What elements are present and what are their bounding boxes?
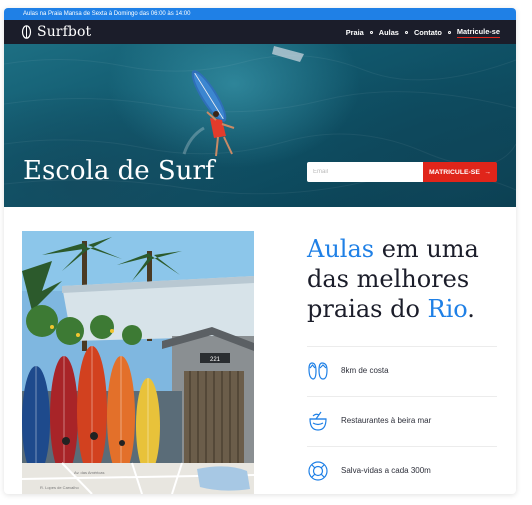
- hero-banner: Escola de Surf MATRICULE-SE →: [4, 44, 516, 207]
- feature-item: 8km de costa: [307, 346, 497, 394]
- surfboards-image: 221 Av. das Américas R. Lopes de Carvalh…: [22, 231, 254, 494]
- announcement-bar: Aulas na Praia Mansa de Sexta à Domingo …: [4, 8, 516, 20]
- arrow-right-icon: →: [484, 168, 491, 176]
- hero-title: Escola de Surf: [23, 156, 215, 186]
- feature-label: 8km de costa: [341, 366, 389, 375]
- lifebuoy-icon: [308, 460, 328, 481]
- brand-logo[interactable]: Surfbot: [21, 24, 91, 40]
- nav-matricule-se[interactable]: Matricule-se: [456, 27, 500, 38]
- surfboards-photo: 221 Av. das Américas R. Lopes de Carvalh…: [22, 231, 254, 494]
- feature-item: Salva-vidas a cada 300m: [307, 446, 497, 494]
- page-card: Aulas na Praia Mansa de Sexta à Domingo …: [4, 8, 516, 494]
- nav-separator: [447, 30, 451, 34]
- navbar: Surfbot Praia Aulas Contato Matricule-se: [4, 20, 516, 44]
- main-menu: Praia Aulas Contato Matricule-se: [346, 27, 500, 38]
- house-number: 221: [210, 357, 221, 363]
- surfboard-icon: [21, 25, 32, 39]
- nav-aulas[interactable]: Aulas: [379, 28, 399, 37]
- email-input[interactable]: [307, 162, 423, 182]
- nav-praia[interactable]: Praia: [346, 28, 364, 37]
- map-street-label: Av. das Américas: [74, 470, 105, 475]
- headline-highlight: Rio: [427, 295, 468, 323]
- signup-button[interactable]: MATRICULE-SE →: [423, 162, 497, 182]
- announcement-text: Aulas na Praia Mansa de Sexta à Domingo …: [23, 11, 191, 17]
- map-street-label: R. Lopes de Carvalho: [40, 485, 79, 490]
- nav-separator: [404, 30, 408, 34]
- headline-text: .: [467, 295, 475, 323]
- signup-form: MATRICULE-SE →: [307, 162, 497, 182]
- feature-label: Salva-vidas a cada 300m: [341, 466, 431, 475]
- brand-name: Surfbot: [37, 24, 92, 40]
- feature-item: Restaurantes à beira mar: [307, 396, 497, 444]
- flip-flops-icon: [308, 361, 328, 380]
- headline-highlight: Aulas: [307, 235, 375, 263]
- nav-contato[interactable]: Contato: [414, 28, 442, 37]
- section-headline: Aulas em uma das melhores praias do Rio.: [307, 234, 507, 324]
- feature-label: Restaurantes à beira mar: [341, 416, 432, 425]
- nav-separator: [369, 30, 373, 34]
- coconut-drink-icon: [309, 411, 327, 431]
- signup-button-label: MATRICULE-SE: [429, 168, 480, 176]
